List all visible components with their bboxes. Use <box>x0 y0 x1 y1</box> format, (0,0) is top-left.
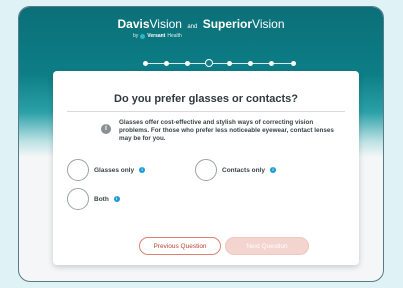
progress-indicator <box>143 59 299 67</box>
progress-step <box>227 60 232 66</box>
next-question-button[interactable]: Next Question <box>225 237 309 255</box>
option-both[interactable]: Both i <box>67 188 120 210</box>
radio-contacts-only[interactable] <box>195 159 217 181</box>
option-glasses-only[interactable]: Glasses only i <box>67 159 146 181</box>
option-label: Contacts only <box>222 166 265 174</box>
progress-step <box>248 60 253 66</box>
info-icon: i <box>101 124 111 134</box>
option-contacts-only[interactable]: Contacts only i <box>195 159 276 181</box>
radio-both[interactable] <box>67 188 89 210</box>
info-icon[interactable]: i <box>269 167 276 173</box>
radio-glasses-only[interactable] <box>67 159 89 181</box>
progress-step <box>164 60 169 66</box>
option-label: Both <box>94 195 109 203</box>
parent-company-byline: by Versant Health <box>133 33 182 39</box>
versant-logo-icon <box>140 33 146 39</box>
progress-step-current <box>205 59 213 67</box>
info-icon[interactable]: i <box>139 167 146 173</box>
progress-step <box>185 60 190 66</box>
previous-question-button[interactable]: Previous Question <box>139 237 221 255</box>
info-icon[interactable]: i <box>113 196 120 202</box>
question-title: Do you prefer glasses or contacts? <box>114 93 298 105</box>
progress-step <box>291 60 296 66</box>
option-label: Glasses only <box>94 166 135 174</box>
app-frame: DavisVision and SuperiorVision by Versan… <box>18 6 384 282</box>
brand-logo: DavisVision and SuperiorVision <box>117 17 285 31</box>
question-card: Do you prefer glasses or contacts? i Gla… <box>53 71 359 265</box>
question-info-text: Glasses offer cost-effective and stylish… <box>119 119 334 142</box>
divider <box>67 111 345 112</box>
progress-step <box>143 60 148 66</box>
progress-step <box>269 60 274 66</box>
